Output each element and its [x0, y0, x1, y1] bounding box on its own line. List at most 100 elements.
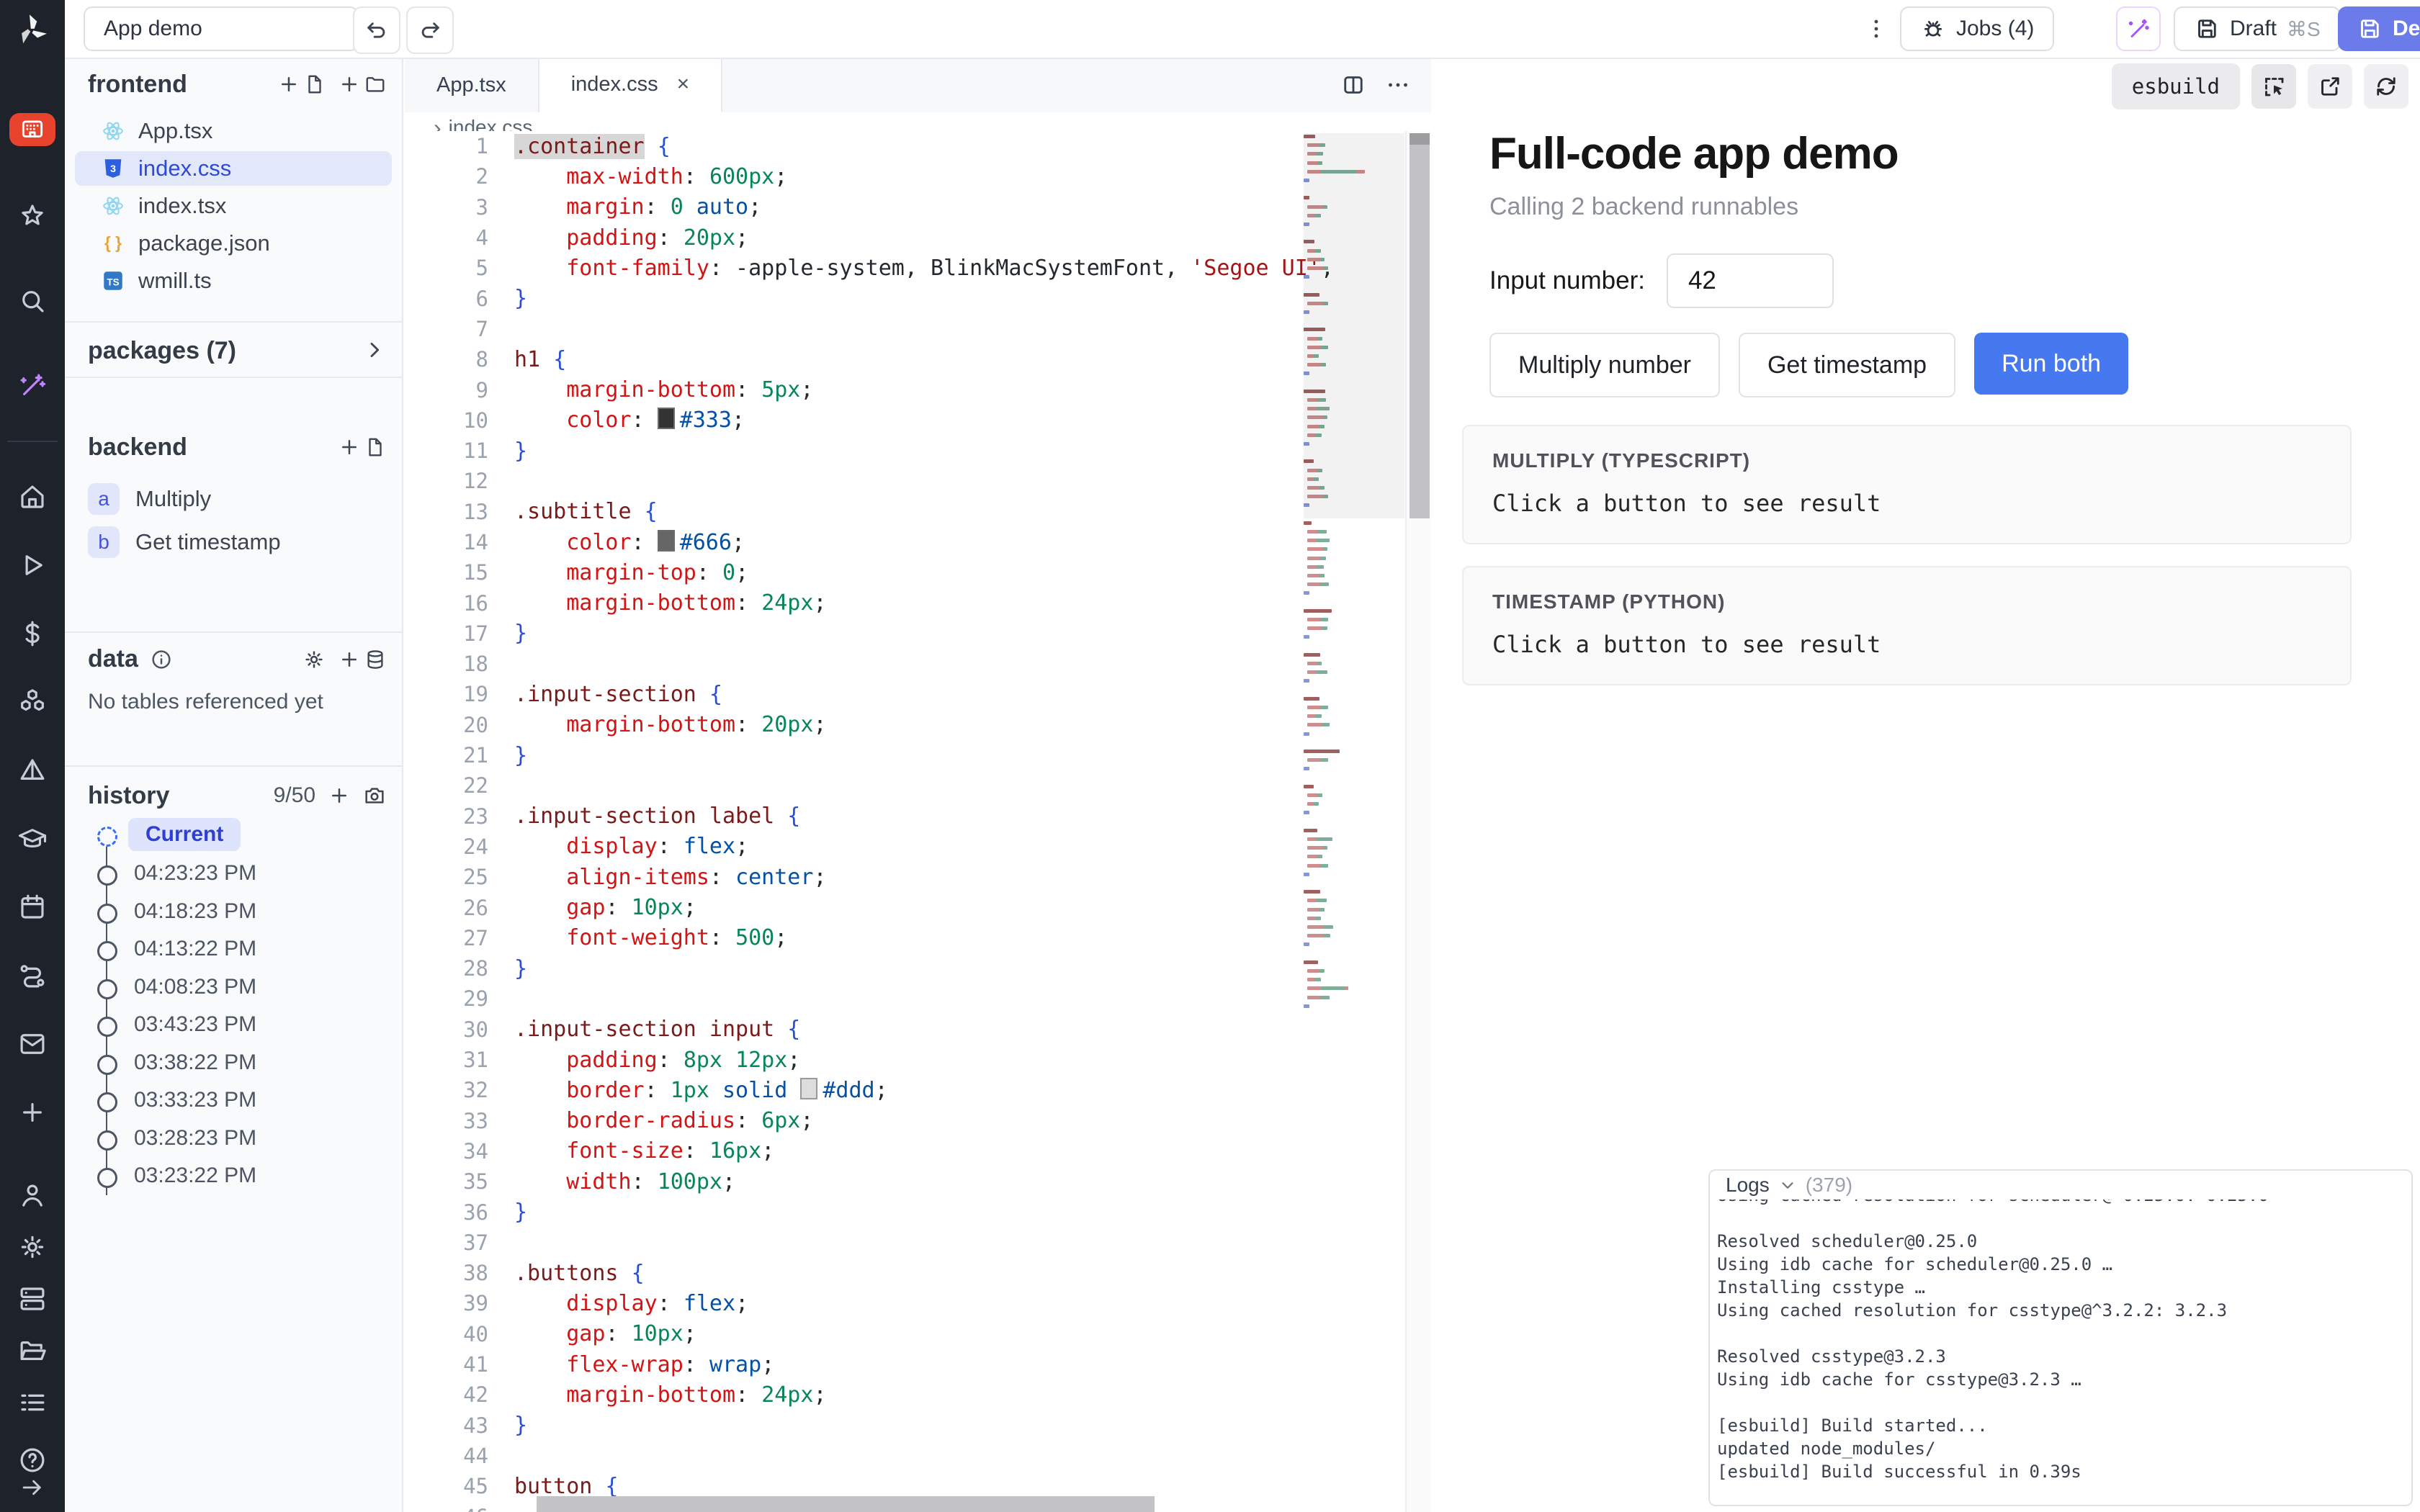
runnable-item-multiply[interactable]: aMultiply [88, 481, 211, 517]
file-item-index-css[interactable]: 3index.css [75, 151, 392, 186]
logs-header[interactable]: Logs (379) [1710, 1171, 2411, 1200]
calendar-icon[interactable] [0, 892, 65, 922]
deploy-button[interactable]: Deploy [2338, 6, 2420, 51]
draft-button[interactable]: Draft ⌘S [2174, 6, 2341, 51]
history-entry[interactable]: 03:43:23 PM [134, 1012, 256, 1037]
add-file-button[interactable] [278, 73, 326, 95]
graduation-cap-icon[interactable] [0, 824, 65, 854]
history-dot[interactable] [97, 1055, 117, 1075]
runnable-item-get-timestamp[interactable]: bGet timestamp [88, 524, 281, 560]
home-icon[interactable] [0, 482, 65, 512]
folder-icon[interactable] [0, 1336, 65, 1366]
file-item-index-tsx[interactable]: index.tsx [75, 189, 392, 223]
file-name: index.css [138, 156, 231, 181]
windmill-logo-icon[interactable] [13, 10, 52, 49]
backend-add-file-button[interactable] [339, 436, 386, 458]
line-number: 32 [405, 1078, 514, 1102]
vertical-scrollbar-thumb[interactable] [1410, 133, 1430, 518]
jobs-button[interactable]: Jobs (4) [1900, 6, 2054, 51]
line-number: 38 [405, 1261, 514, 1285]
history-entry[interactable]: 03:38:22 PM [134, 1050, 256, 1075]
dollar-icon[interactable] [0, 618, 65, 649]
horizontal-scrollbar-thumb[interactable] [537, 1496, 1155, 1512]
list-icon[interactable] [0, 1387, 65, 1418]
get-timestamp-button[interactable]: Get timestamp [1739, 333, 1955, 397]
file-item-wmill-ts[interactable]: TSwmill.ts [75, 264, 392, 298]
select-mode-button[interactable] [2251, 64, 2296, 109]
boards-icon[interactable] [0, 1284, 65, 1314]
history-dot[interactable] [97, 1017, 117, 1037]
star-icon[interactable] [0, 201, 65, 231]
app-name-input[interactable] [84, 6, 359, 51]
open-external-button[interactable] [2308, 64, 2352, 109]
json-file-icon: { } [101, 231, 125, 256]
undo-button[interactable] [353, 6, 400, 54]
ai-wand-button[interactable] [2116, 6, 2161, 51]
history-current-item[interactable]: Current [128, 818, 241, 851]
history-current-dot[interactable] [97, 827, 117, 847]
search-icon[interactable] [0, 286, 65, 316]
history-entry[interactable]: 03:28:23 PM [134, 1126, 256, 1151]
kebab-menu-icon[interactable] [1862, 6, 1891, 51]
history-entry[interactable]: 04:23:23 PM [134, 861, 256, 886]
add-table-button[interactable] [339, 649, 386, 670]
multiply-number-button[interactable]: Multiply number [1489, 333, 1720, 397]
line-number: 40 [405, 1322, 514, 1346]
app-subtitle: Calling 2 backend runnables [1489, 193, 1798, 221]
packages-expand-button[interactable] [363, 338, 386, 361]
plus-icon[interactable] [328, 785, 350, 806]
history-entry[interactable]: 04:13:22 PM [134, 937, 256, 961]
minimap-slider[interactable] [1304, 133, 1404, 518]
history-dot[interactable] [97, 904, 117, 924]
history-entry[interactable]: 03:23:22 PM [134, 1164, 256, 1188]
gear-icon[interactable] [0, 1232, 65, 1262]
code-line: .subtitle { [514, 499, 658, 524]
gear-icon[interactable] [302, 648, 326, 671]
history-entry[interactable]: 04:08:23 PM [134, 975, 256, 999]
line-number: 18 [405, 652, 514, 676]
history-count: 9/50 [274, 783, 315, 808]
route-icon[interactable] [0, 960, 65, 991]
code-line: padding: 20px; [514, 225, 748, 251]
refresh-button[interactable] [2364, 64, 2408, 109]
frontend-section-title: frontend [88, 71, 187, 99]
split-editor-icon[interactable] [1340, 72, 1366, 98]
esbuild-badge[interactable]: esbuild [2112, 63, 2240, 109]
plus-icon[interactable] [0, 1097, 65, 1128]
timestamp-card-label: TIMESTAMP (PYTHON) [1492, 590, 1725, 613]
camera-icon[interactable] [363, 784, 386, 807]
history-dot[interactable] [97, 1092, 117, 1112]
prism-icon[interactable] [0, 755, 65, 786]
line-number: 33 [405, 1109, 514, 1133]
apps-icon[interactable] [9, 113, 55, 146]
blocks-icon[interactable] [0, 687, 65, 717]
file-name: App.tsx [138, 118, 212, 144]
more-options-icon[interactable] [1385, 72, 1411, 98]
history-dot[interactable] [97, 865, 117, 886]
person-icon[interactable] [0, 1180, 65, 1210]
history-dot[interactable] [97, 1130, 117, 1151]
history-dot[interactable] [97, 941, 117, 961]
history-entry[interactable]: 03:33:23 PM [134, 1088, 256, 1112]
help-icon[interactable] [0, 1445, 65, 1475]
play-icon[interactable] [0, 550, 65, 580]
redo-button[interactable] [406, 6, 454, 54]
add-folder-button[interactable] [339, 73, 386, 95]
react-file-icon [101, 194, 125, 218]
logs-body[interactable]: Using cached resolution for scheduler@ 0… [1717, 1184, 2404, 1505]
history-entry[interactable]: 04:18:23 PM [134, 899, 256, 924]
file-item-package-json[interactable]: { }package.json [75, 226, 392, 261]
tab-index-css[interactable]: index.css × [539, 58, 722, 112]
history-dot[interactable] [97, 1168, 117, 1188]
code-line: margin-bottom: 5px; [514, 377, 813, 402]
mail-icon[interactable] [0, 1029, 65, 1059]
history-dot[interactable] [97, 979, 117, 999]
close-tab-icon[interactable]: × [677, 72, 690, 96]
tab-app-tsx[interactable]: App.tsx [405, 58, 539, 112]
code-area[interactable]: 1.container {2 max-width: 600px;3 margin… [405, 131, 1431, 1512]
arrow-right-icon[interactable] [0, 1474, 65, 1501]
number-input[interactable] [1667, 253, 1834, 308]
run-both-button[interactable]: Run both [1974, 333, 2128, 395]
wand-icon[interactable] [0, 371, 65, 401]
file-item-App-tsx[interactable]: App.tsx [75, 114, 392, 148]
